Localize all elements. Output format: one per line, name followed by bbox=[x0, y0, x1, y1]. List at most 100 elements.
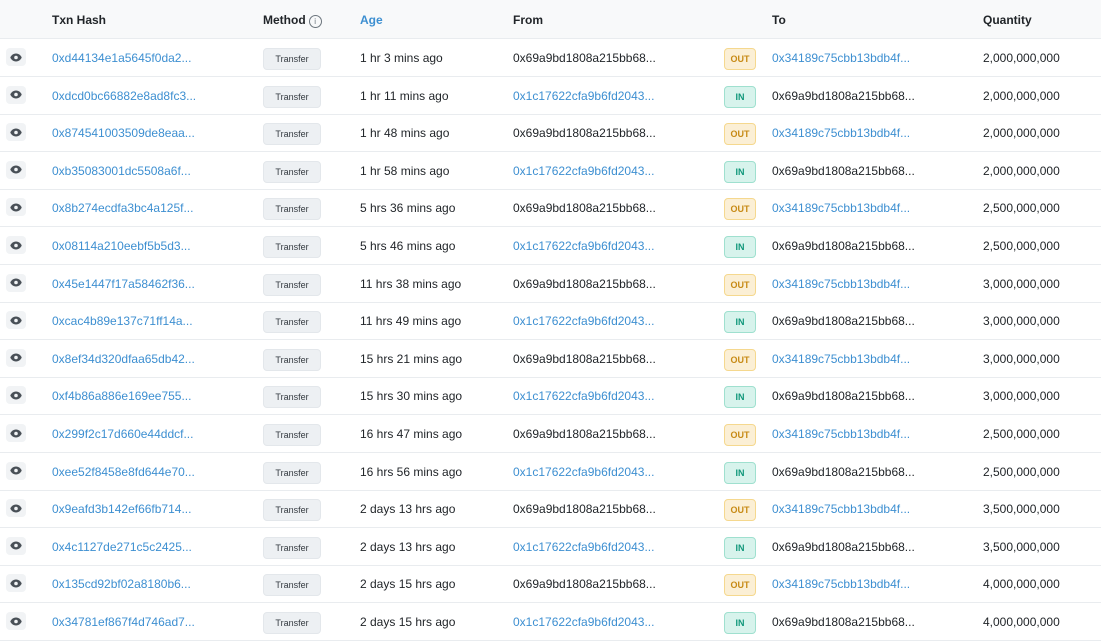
to-address[interactable]: 0x34189c75cbb13bdb4f... bbox=[772, 502, 910, 516]
method-badge: Transfer bbox=[263, 160, 321, 183]
header-age[interactable]: Age bbox=[360, 13, 383, 27]
txn-hash-link[interactable]: 0x135cd92bf02a8180b6... bbox=[52, 577, 191, 591]
eye-icon[interactable] bbox=[6, 311, 26, 330]
eye-icon[interactable] bbox=[6, 236, 26, 254]
txn-hash-link[interactable]: 0x299f2c17d660e44ddcf... bbox=[52, 427, 193, 441]
from-address[interactable]: 0x1c17622cfa9b6fd2043... bbox=[513, 314, 654, 328]
txn-hash-link[interactable]: 0x9eafd3b142ef66fb714... bbox=[52, 502, 191, 516]
header-to: To bbox=[772, 13, 786, 27]
eye-icon[interactable] bbox=[6, 386, 26, 405]
from-address[interactable]: 0x1c17622cfa9b6fd2043... bbox=[513, 540, 654, 554]
txn-hash-link[interactable]: 0xdcd0bc66882e8ad8fc3... bbox=[52, 89, 196, 103]
eye-icon[interactable] bbox=[6, 499, 26, 518]
from-address[interactable]: 0x1c17622cfa9b6fd2043... bbox=[513, 615, 654, 629]
eye-icon[interactable] bbox=[6, 348, 26, 367]
txn-hash-link[interactable]: 0xb35083001dc5508a6f... bbox=[52, 164, 191, 178]
quantity-value: 2,500,000,000 bbox=[983, 201, 1060, 216]
to-address[interactable]: 0x34189c75cbb13bdb4f... bbox=[772, 51, 910, 65]
to-address[interactable]: 0x34189c75cbb13bdb4f... bbox=[772, 577, 910, 591]
txn-hash-link[interactable]: 0x45e1447f17a58462f36... bbox=[52, 277, 195, 291]
eye-icon[interactable] bbox=[6, 536, 26, 555]
from-address: 0x69a9bd1808a215bb68... bbox=[513, 502, 656, 517]
table-row: 0xb35083001dc5508a6f... Transfer 1 hr 58… bbox=[0, 152, 1101, 190]
age-text: 2 days 15 hrs ago bbox=[360, 577, 456, 592]
method-badge: Transfer bbox=[263, 311, 321, 334]
method-badge: Transfer bbox=[263, 273, 321, 296]
direction-badge: IN bbox=[724, 386, 756, 409]
to-address: 0x69a9bd1808a215bb68... bbox=[772, 615, 915, 629]
direction-badge: IN bbox=[724, 85, 756, 108]
method-badge: Transfer bbox=[263, 198, 321, 221]
method-badge: Transfer bbox=[263, 386, 321, 409]
age-text: 1 hr 48 mins ago bbox=[360, 126, 450, 141]
txn-hash-link[interactable]: 0x34781ef867f4d746ad7... bbox=[52, 615, 195, 629]
header-quantity: Quantity bbox=[983, 13, 1032, 27]
txn-hash-link[interactable]: 0x874541003509de8eaa... bbox=[52, 126, 195, 140]
quantity-value: 4,000,000,000 bbox=[983, 577, 1060, 592]
direction-badge: IN bbox=[724, 236, 756, 258]
age-text: 15 hrs 21 mins ago bbox=[360, 351, 463, 366]
direction-badge: IN bbox=[724, 461, 756, 484]
eye-icon[interactable] bbox=[6, 160, 26, 179]
eye-icon[interactable] bbox=[6, 273, 26, 292]
age-text: 2 days 15 hrs ago bbox=[360, 615, 456, 629]
to-address: 0x69a9bd1808a215bb68... bbox=[772, 239, 915, 253]
direction-badge: OUT bbox=[724, 499, 756, 522]
to-address[interactable]: 0x34189c75cbb13bdb4f... bbox=[772, 277, 910, 291]
txn-hash-link[interactable]: 0x08114a210eebf5b5d3... bbox=[52, 239, 191, 253]
age-text: 16 hrs 47 mins ago bbox=[360, 427, 463, 441]
quantity-value: 3,000,000,000 bbox=[983, 351, 1060, 366]
from-address[interactable]: 0x1c17622cfa9b6fd2043... bbox=[513, 389, 654, 403]
direction-badge: OUT bbox=[724, 198, 756, 221]
table-row: 0x8ef34d320dfaa65db42... Transfer 15 hrs… bbox=[0, 340, 1101, 378]
direction-badge: IN bbox=[724, 612, 756, 634]
eye-icon[interactable] bbox=[6, 574, 26, 593]
eye-icon[interactable] bbox=[6, 123, 26, 142]
to-address: 0x69a9bd1808a215bb68... bbox=[772, 389, 915, 404]
table-row: 0xd44134e1a5645f0da2... Transfer 1 hr 3 … bbox=[0, 39, 1101, 77]
to-address: 0x69a9bd1808a215bb68... bbox=[772, 163, 915, 178]
to-address[interactable]: 0x34189c75cbb13bdb4f... bbox=[772, 126, 910, 140]
from-address: 0x69a9bd1808a215bb68... bbox=[513, 201, 656, 216]
from-address: 0x69a9bd1808a215bb68... bbox=[513, 126, 656, 141]
txn-hash-link[interactable]: 0xf4b86a886e169ee755... bbox=[52, 389, 191, 403]
quantity-value: 2,000,000,000 bbox=[983, 163, 1060, 178]
eye-icon[interactable] bbox=[6, 424, 26, 442]
info-circle-icon[interactable]: i bbox=[308, 15, 322, 28]
eye-icon[interactable] bbox=[6, 198, 26, 217]
quantity-value: 2,500,000,000 bbox=[983, 427, 1060, 441]
txn-hash-link[interactable]: 0x4c1127de271c5c2425... bbox=[52, 540, 192, 554]
from-address[interactable]: 0x1c17622cfa9b6fd2043... bbox=[513, 164, 654, 178]
to-address[interactable]: 0x34189c75cbb13bdb4f... bbox=[772, 427, 910, 441]
table-row: 0x45e1447f17a58462f36... Transfer 11 hrs… bbox=[0, 265, 1101, 303]
age-text: 2 days 13 hrs ago bbox=[360, 539, 456, 554]
table-row: 0xf4b86a886e169ee755... Transfer 15 hrs … bbox=[0, 377, 1101, 416]
from-address[interactable]: 0x1c17622cfa9b6fd2043... bbox=[513, 89, 654, 103]
from-address: 0x69a9bd1808a215bb68... bbox=[513, 51, 656, 65]
age-text: 1 hr 58 mins ago bbox=[360, 163, 450, 178]
table-header: Txn Hash Method i Age From To Quantity bbox=[0, 0, 1101, 39]
direction-badge: IN bbox=[724, 311, 756, 334]
table-row: 0x135cd92bf02a8180b6... Transfer 2 days … bbox=[0, 565, 1101, 604]
quantity-value: 2,500,000,000 bbox=[983, 464, 1060, 479]
from-address[interactable]: 0x1c17622cfa9b6fd2043... bbox=[513, 239, 654, 253]
eye-icon[interactable] bbox=[6, 85, 26, 104]
from-address[interactable]: 0x1c17622cfa9b6fd2043... bbox=[513, 465, 654, 479]
direction-badge: OUT bbox=[724, 123, 756, 146]
txn-hash-link[interactable]: 0x8ef34d320dfaa65db42... bbox=[52, 352, 195, 366]
to-address: 0x69a9bd1808a215bb68... bbox=[772, 539, 915, 554]
to-address[interactable]: 0x34189c75cbb13bdb4f... bbox=[772, 201, 910, 215]
method-badge: Transfer bbox=[263, 499, 321, 522]
age-text: 16 hrs 56 mins ago bbox=[360, 464, 463, 479]
txn-hash-link[interactable]: 0xee52f8458e8fd644e70... bbox=[52, 465, 195, 479]
txn-hash-link[interactable]: 0xcac4b89e137c71ff14a... bbox=[52, 314, 193, 328]
txn-hash-link[interactable]: 0x8b274ecdfa3bc4a125f... bbox=[52, 201, 193, 215]
eye-icon[interactable] bbox=[6, 48, 26, 66]
header-method: Method i bbox=[263, 13, 322, 28]
to-address[interactable]: 0x34189c75cbb13bdb4f... bbox=[772, 352, 910, 366]
to-address: 0x69a9bd1808a215bb68... bbox=[772, 464, 915, 479]
eye-icon[interactable] bbox=[6, 461, 26, 480]
quantity-value: 4,000,000,000 bbox=[983, 615, 1060, 629]
eye-icon[interactable] bbox=[6, 612, 26, 630]
txn-hash-link[interactable]: 0xd44134e1a5645f0da2... bbox=[52, 51, 191, 65]
